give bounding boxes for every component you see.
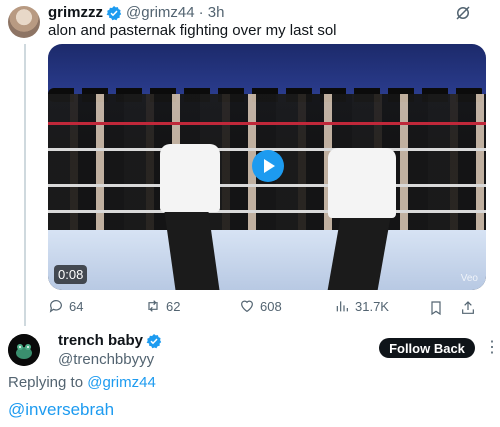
like-count: 608 [260, 298, 282, 314]
author-name[interactable]: grimzzz [48, 4, 103, 21]
more-options-icon[interactable]: ⋮ [484, 337, 500, 357]
verified-badge-icon [106, 5, 122, 20]
replying-to-link[interactable]: @grimz44 [87, 374, 156, 391]
replying-to-line: Replying to @grimz44 [8, 374, 156, 391]
repost-icon [148, 300, 158, 312]
author-handle[interactable]: @grimz44 [126, 4, 195, 21]
video-watermark: Veo [460, 273, 478, 284]
bookmark-icon[interactable] [428, 300, 444, 316]
ring-rope [48, 184, 486, 187]
views-count: 31.7K [355, 298, 389, 314]
reply-author-handle[interactable]: @trenchbbyyy [58, 351, 154, 368]
play-button[interactable] [252, 150, 284, 182]
follow-back-button[interactable]: Follow Back [379, 338, 475, 358]
reply-text-mention[interactable]: @inversebrah [8, 400, 114, 420]
views-action[interactable]: 31.7K [334, 298, 389, 314]
like-action[interactable]: 608 [239, 298, 282, 314]
repost-count: 62 [166, 298, 181, 314]
views-chart-icon [336, 301, 348, 312]
reply-author-name[interactable]: trench baby [58, 332, 143, 349]
video-figure-right [328, 148, 396, 218]
reply-icon [49, 300, 62, 313]
video-scene-floor [48, 230, 486, 290]
reply-count: 64 [69, 298, 84, 314]
video-figure-left [160, 144, 220, 212]
ring-rope [48, 210, 486, 213]
heart-icon [241, 300, 253, 313]
tweet-actions-bar: 64 62 608 31.7K [48, 298, 480, 318]
video-player[interactable]: 0:08 Veo [48, 44, 486, 290]
reply-author-name-row: trench baby [58, 332, 162, 349]
grok-icon[interactable] [454, 4, 472, 22]
author-avatar[interactable] [8, 6, 40, 38]
video-timestamp: 0:08 [54, 265, 88, 284]
reply-author-avatar[interactable] [8, 334, 40, 366]
share-icon[interactable] [460, 300, 476, 316]
repost-action[interactable]: 62 [145, 298, 180, 314]
ring-rope-top [48, 122, 486, 125]
thread-connector-line [24, 44, 26, 326]
verified-badge-icon [146, 333, 162, 348]
reply-action[interactable]: 64 [48, 298, 83, 314]
replying-to-prefix: Replying to [8, 374, 84, 391]
tweet-text: alon and pasternak fighting over my last… [48, 22, 337, 39]
tweet-time[interactable]: · 3h [199, 4, 225, 21]
frog-avatar-icon [8, 334, 40, 366]
tweet-header: grimzzz @grimz44 · 3h [48, 4, 224, 21]
